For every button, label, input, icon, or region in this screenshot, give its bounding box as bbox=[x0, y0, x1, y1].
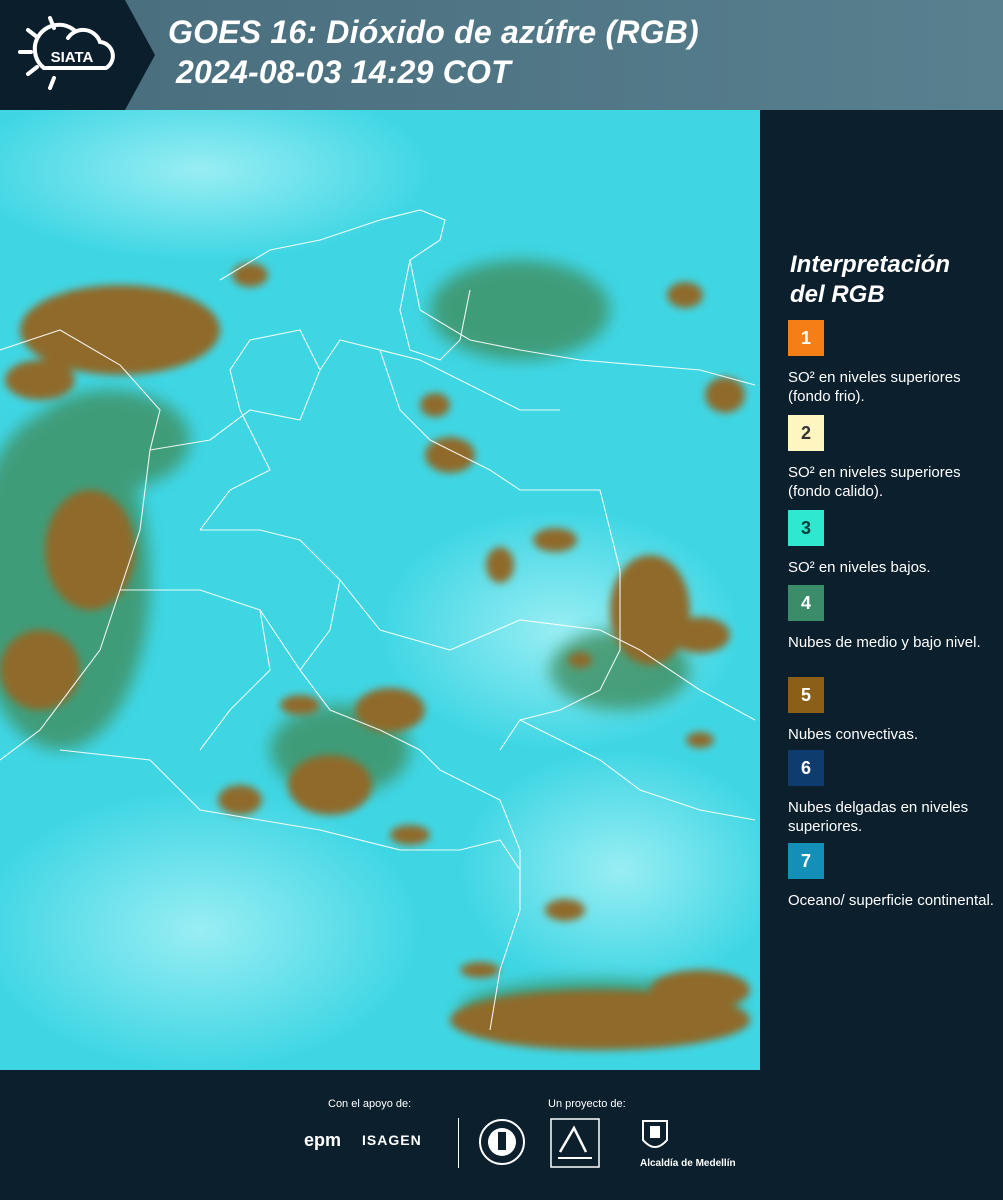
legend-item-1: 1 SO² en niveles superiores (fondo frio)… bbox=[788, 320, 998, 406]
legend-label: SO² en niveles superiores (fondo calido)… bbox=[788, 464, 961, 500]
legend-swatch: 1 bbox=[788, 320, 824, 356]
svg-text:SIATA: SIATA bbox=[51, 49, 94, 66]
legend-panel: Interpretación del RGB 1 SO² en niveles … bbox=[760, 110, 1003, 1070]
legend-swatch: 4 bbox=[788, 585, 824, 621]
support-label: Con el apoyo de: bbox=[328, 1098, 412, 1110]
legend-swatch: 2 bbox=[788, 415, 824, 451]
legend-item-4: 4 Nubes de medio y bajo nivel. bbox=[788, 585, 998, 652]
legend-swatch: 5 bbox=[788, 677, 824, 713]
footer-divider bbox=[458, 1118, 459, 1168]
map-timestamp: 2024-08-03 14:29 COT bbox=[176, 54, 511, 90]
legend-item-5: 5 Nubes convectivas. bbox=[788, 677, 998, 744]
seal-logo bbox=[479, 1119, 525, 1165]
footer: Con el apoyo de: Un proyecto de: epm ISA… bbox=[0, 1070, 1003, 1200]
epm-logo: epm bbox=[304, 1130, 342, 1150]
legend-label: SO² en niveles superiores (fondo frio). bbox=[788, 369, 961, 405]
legend-item-6: 6 Nubes delgadas en niveles superiores. bbox=[788, 750, 998, 836]
alcaldia-logo bbox=[642, 1120, 668, 1148]
satellite-map[interactable] bbox=[0, 110, 760, 1070]
siata-logo: SIATA bbox=[18, 16, 115, 90]
area-metropolitana-logo bbox=[550, 1118, 600, 1168]
legend-title: Interpretación del RGB bbox=[790, 251, 951, 308]
legend-item-3: 3 SO² en niveles bajos. bbox=[788, 510, 998, 577]
legend-swatch: 6 bbox=[788, 750, 824, 786]
legend-label: Oceano/ superficie continental. bbox=[788, 892, 994, 909]
alcaldia-label: Alcaldía de Medellín bbox=[640, 1158, 736, 1169]
isagen-logo: ISAGEN bbox=[362, 1132, 422, 1148]
project-label: Un proyecto de: bbox=[548, 1098, 626, 1110]
legend-label: Nubes delgadas en niveles superiores. bbox=[788, 799, 969, 835]
map-title: GOES 16: Dióxido de azúfre (RGB) bbox=[168, 14, 699, 50]
legend-label: SO² en niveles bajos. bbox=[788, 559, 931, 576]
legend-label: Nubes convectivas. bbox=[788, 726, 919, 743]
legend-item-2: 2 SO² en niveles superiores (fondo calid… bbox=[788, 415, 998, 501]
legend-swatch: 7 bbox=[788, 843, 824, 879]
header: SIATA GOES 16: Dióxido de azúfre (RGB) 2… bbox=[0, 0, 1003, 110]
legend-swatch: 3 bbox=[788, 510, 824, 546]
legend-label: Nubes de medio y bajo nivel. bbox=[788, 634, 981, 651]
legend-item-7: 7 Oceano/ superficie continental. bbox=[788, 843, 998, 910]
